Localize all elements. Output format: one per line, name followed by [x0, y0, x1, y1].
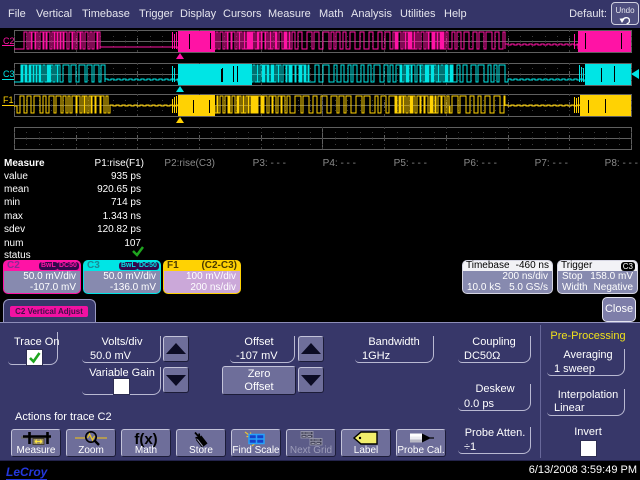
- svg-text:C3: C3: [3, 69, 15, 79]
- svg-text:C2: C2: [3, 36, 15, 46]
- svg-text:F1: F1: [3, 95, 14, 105]
